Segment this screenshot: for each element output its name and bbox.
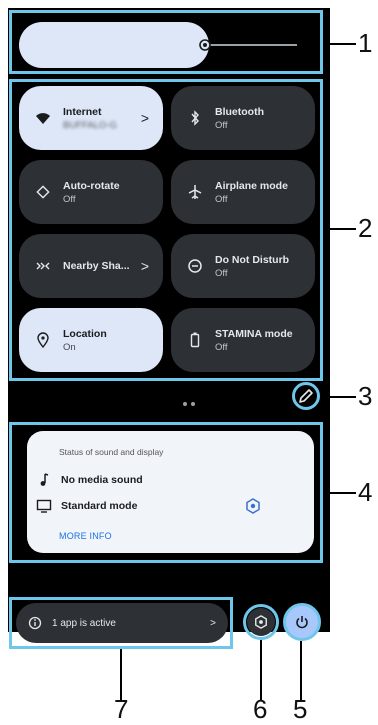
callout-line-5 bbox=[300, 641, 302, 700]
callout-line-6 bbox=[260, 640, 262, 700]
callout-number-1: 1 bbox=[358, 28, 373, 58]
callout-line-3 bbox=[320, 396, 356, 398]
callout-number-7: 7 bbox=[114, 694, 129, 724]
callout-number-6: 6 bbox=[253, 694, 268, 724]
callout-number-5: 5 bbox=[293, 694, 308, 724]
highlight-box-7 bbox=[9, 597, 233, 649]
highlight-box-1 bbox=[9, 10, 323, 74]
callout-number-2: 2 bbox=[358, 213, 373, 243]
highlight-box-5 bbox=[283, 603, 321, 641]
highlight-box-3 bbox=[292, 382, 320, 410]
callout-number-3: 3 bbox=[358, 381, 373, 411]
highlight-box-4 bbox=[9, 422, 323, 563]
highlight-box-6 bbox=[243, 604, 279, 640]
highlight-box-2 bbox=[9, 79, 323, 381]
callout-line-1 bbox=[323, 43, 356, 45]
page-indicator bbox=[183, 393, 199, 411]
callout-number-4: 4 bbox=[358, 477, 373, 507]
callout-line-4 bbox=[323, 492, 356, 494]
callout-line-2 bbox=[323, 228, 356, 230]
